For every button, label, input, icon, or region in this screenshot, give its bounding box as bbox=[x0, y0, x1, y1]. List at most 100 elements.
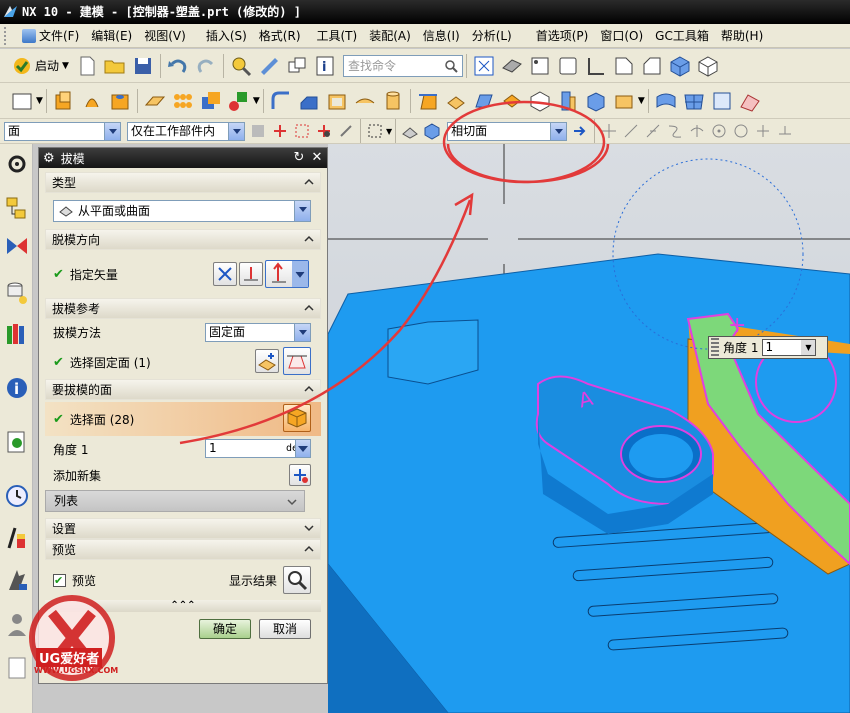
tangent-face-icon[interactable] bbox=[423, 122, 441, 140]
point-icon[interactable] bbox=[227, 89, 251, 113]
chamfer-box-icon[interactable] bbox=[640, 54, 664, 78]
frame-icon[interactable] bbox=[612, 54, 636, 78]
extrude-icon[interactable] bbox=[52, 89, 76, 113]
snap-line-icon[interactable] bbox=[622, 122, 640, 140]
chamfer-icon[interactable] bbox=[297, 89, 321, 113]
section-draft-direction-header[interactable]: 脱模方向 bbox=[45, 229, 321, 250]
dialog-gear-icon[interactable]: ⚙ bbox=[43, 151, 55, 166]
part-navigator-icon[interactable] bbox=[5, 278, 29, 306]
fit-view-icon[interactable] bbox=[472, 54, 496, 78]
constraint-navigator-icon[interactable] bbox=[5, 232, 29, 260]
menu-preferences[interactable]: 首选项(P) bbox=[530, 25, 595, 47]
snap-endpoint-icon[interactable] bbox=[600, 122, 618, 140]
sketch-rect-icon[interactable] bbox=[528, 54, 552, 78]
list-expander[interactable]: 列表 bbox=[45, 490, 305, 512]
command-finder-icon[interactable] bbox=[229, 54, 253, 78]
wire-cube-icon[interactable] bbox=[696, 54, 720, 78]
cylinder-icon[interactable] bbox=[381, 89, 405, 113]
draft-method-select[interactable]: 固定面 bbox=[205, 323, 311, 342]
info-window-icon[interactable]: i bbox=[313, 54, 337, 78]
select-feature-icon[interactable] bbox=[293, 122, 311, 140]
body-icon[interactable] bbox=[556, 89, 580, 113]
replace-face-icon[interactable] bbox=[500, 89, 524, 113]
menu-insert[interactable]: 插入(S) bbox=[200, 25, 253, 47]
assembly-navigator-icon[interactable] bbox=[5, 194, 29, 222]
select-face-row[interactable]: ✔ 选择面 (28) bbox=[45, 402, 321, 436]
add-new-set-button[interactable] bbox=[289, 464, 311, 486]
menu-file[interactable]: 文件(F) bbox=[16, 25, 85, 47]
rectangle-select-icon[interactable] bbox=[366, 122, 384, 140]
datum-plane-icon[interactable] bbox=[143, 89, 167, 113]
block-icon[interactable] bbox=[612, 89, 636, 113]
search-icon[interactable] bbox=[444, 59, 458, 73]
unite-icon[interactable] bbox=[199, 89, 223, 113]
chevron-down-icon[interactable] bbox=[104, 122, 120, 140]
mesh-surface-icon[interactable] bbox=[682, 89, 706, 113]
l-profile-icon[interactable] bbox=[584, 54, 608, 78]
snap-center-icon[interactable] bbox=[710, 122, 728, 140]
new-file-icon[interactable] bbox=[75, 54, 99, 78]
open-folder-icon[interactable] bbox=[103, 54, 127, 78]
solid-cube-icon[interactable] bbox=[668, 54, 692, 78]
type-select[interactable]: 从平面或曲面 bbox=[53, 200, 311, 222]
show-result-button[interactable] bbox=[283, 566, 311, 594]
start-button[interactable]: 启动 ▼ bbox=[8, 53, 73, 79]
selection-scope-select[interactable]: 仅在工作部件内 bbox=[127, 121, 245, 141]
info-icon[interactable]: i bbox=[5, 374, 29, 402]
trim-body-icon[interactable] bbox=[353, 89, 377, 113]
chevron-down-icon[interactable] bbox=[228, 122, 244, 140]
snap-intersection-icon[interactable] bbox=[688, 122, 706, 140]
cancel-button[interactable]: 取消 bbox=[259, 619, 311, 639]
viewport-angle-input[interactable]: 1 ▼ bbox=[762, 339, 817, 356]
vector-dialog-button[interactable] bbox=[239, 262, 263, 286]
inferred-vector-button[interactable] bbox=[265, 260, 309, 288]
face-rule-icon[interactable] bbox=[401, 122, 419, 140]
menu-help[interactable]: 帮助(H) bbox=[715, 25, 769, 47]
type-filter-select[interactable]: 面 bbox=[4, 121, 121, 141]
reset-icon[interactable]: ↻ bbox=[291, 150, 307, 166]
snap-quadrant-icon[interactable] bbox=[732, 122, 750, 140]
menu-tools[interactable]: 工具(T) bbox=[311, 25, 364, 47]
pattern-icon[interactable] bbox=[171, 89, 195, 113]
chevron-up-icon[interactable] bbox=[303, 233, 315, 245]
offset-face-icon[interactable] bbox=[444, 89, 468, 113]
reuse-library-icon[interactable] bbox=[5, 320, 29, 348]
angle-handle-box[interactable]: 角度 1 1 ▼ bbox=[708, 336, 828, 359]
chevron-down-icon[interactable] bbox=[294, 201, 310, 221]
edge-blend-icon[interactable] bbox=[269, 89, 293, 113]
history-clock-icon[interactable] bbox=[5, 482, 29, 510]
redo-icon[interactable] bbox=[194, 54, 218, 78]
section-settings-header[interactable]: 设置 bbox=[45, 518, 321, 539]
section-faces-to-draft-header[interactable]: 要拔模的面 bbox=[45, 379, 321, 400]
rectangle-icon[interactable] bbox=[556, 54, 580, 78]
menu-gc-toolbox[interactable]: GC工具箱 bbox=[649, 25, 715, 47]
preview-checkbox[interactable]: ✔ bbox=[53, 573, 66, 587]
settings-gear-icon[interactable] bbox=[5, 150, 29, 178]
draft-body-icon[interactable] bbox=[472, 89, 496, 113]
shell-icon[interactable] bbox=[325, 89, 349, 113]
chevron-down-icon[interactable]: ▼ bbox=[801, 340, 816, 355]
intent-icon[interactable] bbox=[315, 122, 333, 140]
chevron-up-icon[interactable] bbox=[303, 383, 315, 395]
menu-view[interactable]: 视图(V) bbox=[138, 25, 192, 47]
section-draft-reference-header[interactable]: 拔模参考 bbox=[45, 298, 321, 319]
snap-icon[interactable] bbox=[337, 122, 355, 140]
sketch-icon[interactable] bbox=[10, 89, 34, 113]
face-rule-select[interactable]: 相切面 bbox=[447, 121, 568, 141]
reverse-direction-button[interactable] bbox=[213, 262, 237, 286]
filter-reset-icon[interactable] bbox=[249, 122, 267, 140]
snap-curve-icon[interactable] bbox=[666, 122, 684, 140]
snap-existing-point-icon[interactable] bbox=[754, 122, 772, 140]
close-icon[interactable]: ✕ bbox=[309, 150, 325, 166]
window-icon[interactable] bbox=[285, 54, 309, 78]
menu-edit[interactable]: 编辑(E) bbox=[85, 25, 138, 47]
menu-assembly[interactable]: 装配(A) bbox=[363, 25, 417, 47]
chevron-down-icon[interactable] bbox=[303, 522, 315, 534]
chevron-down-icon[interactable] bbox=[550, 122, 567, 140]
menu-window[interactable]: 窗口(O) bbox=[594, 25, 649, 47]
system-materials-icon[interactable] bbox=[5, 524, 29, 552]
section-type-header[interactable]: 类型 bbox=[45, 172, 321, 193]
add-stationary-face-button[interactable] bbox=[255, 349, 279, 373]
swept-icon[interactable] bbox=[738, 89, 762, 113]
undo-icon[interactable] bbox=[166, 54, 190, 78]
